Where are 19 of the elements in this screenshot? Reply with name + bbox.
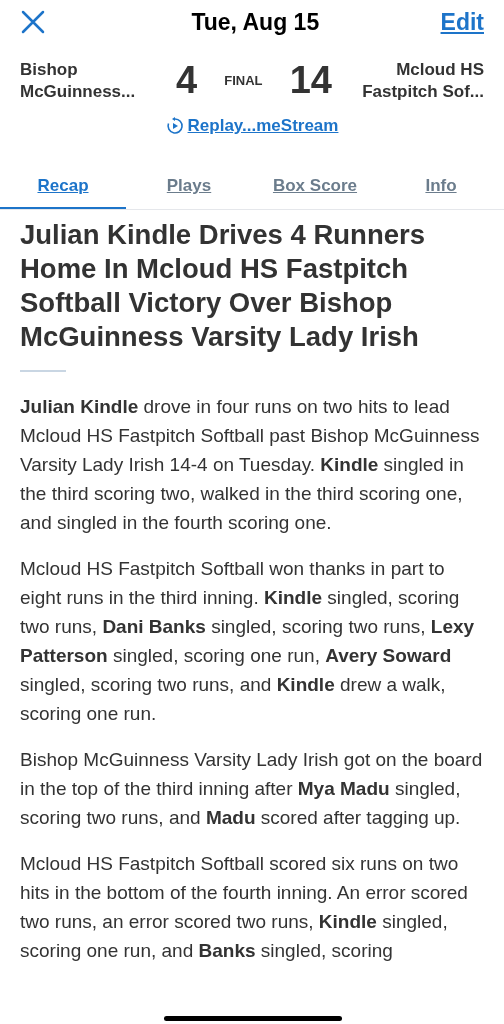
replay-link[interactable]: Replay...meStream bbox=[165, 113, 339, 139]
game-status: FINAL bbox=[224, 71, 263, 90]
tab[interactable]: Plays bbox=[126, 164, 252, 209]
away-score: 4 bbox=[176, 58, 198, 103]
tab[interactable]: Recap bbox=[0, 164, 126, 209]
away-team-name: Bishop McGuinness... bbox=[20, 58, 137, 103]
article-paragraph: Mcloud HS Fastpitch Softball scored six runs on two hits in the bottom of the fourth inning. An error scored two runs, an error scored two runs, Kindle singled, scoring one run, and Banks singled, scoring bbox=[20, 851, 469, 963]
article-headline: Julian Kindle Drives 4 Runners Home In Mcloud HS Fastpitch Softball Victory Over Bishop McGuinness Varsity Lady Irish bbox=[20, 217, 426, 354]
home-score: 14 bbox=[289, 58, 332, 103]
home-team-name: Mcloud HS Fastpitch Sof... bbox=[361, 58, 484, 103]
article-paragraph: Julian Kindle drove in four runs on two hits to lead Mcloud HS Fastpitch Softball past Bishop McGuinness Varsity Lady Irish 14-4 on Tuesday. Kindle singled in the third scoring two, walked in the third scoring one, and singled in the fourth scoring one. bbox=[20, 394, 481, 535]
close-icon[interactable] bbox=[20, 9, 46, 35]
tab[interactable]: Info bbox=[378, 164, 504, 209]
tab[interactable]: Box Score bbox=[252, 164, 378, 209]
edit-link[interactable]: Edit bbox=[440, 4, 484, 40]
article-paragraph: Mcloud HS Fastpitch Softball won thanks in part to eight runs in the third inning. Kindle singled, scoring two runs, Dani Banks singled, scoring two runs, Lexy Patterson singled, scoring one run, Avery Soward singled, scoring two runs, and Kindle drew a walk, scoring one run. bbox=[20, 556, 476, 726]
date-title: Tue, Aug 15 bbox=[191, 7, 320, 37]
article-paragraph: Bishop McGuinness Varsity Lady Irish got on the board in the top of the third inning after Mya Madu singled, scoring two runs, and Madu scored after tagging up. bbox=[20, 747, 484, 830]
replay-icon bbox=[165, 116, 184, 135]
